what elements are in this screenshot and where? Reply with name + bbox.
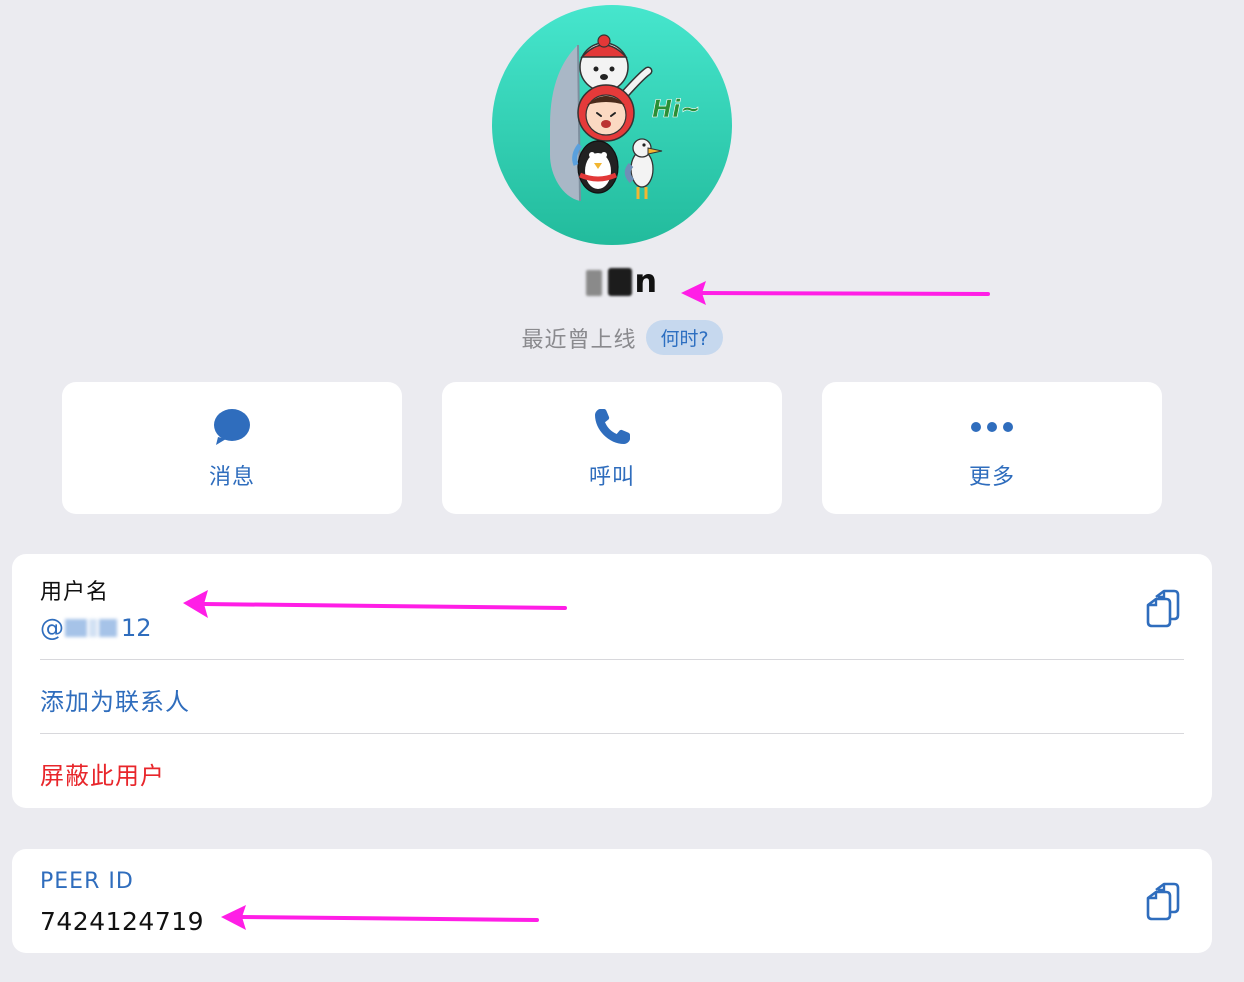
more-button-label: 更多 bbox=[968, 465, 1015, 490]
info-card: 用户名 @ 12 添加为联系人 屏蔽此用户 bbox=[12, 554, 1212, 808]
copy-icon bbox=[1146, 589, 1180, 628]
username-redacted-mask-2 bbox=[89, 619, 97, 637]
username-row[interactable]: 用户名 @ 12 bbox=[12, 554, 1212, 659]
block-user-label: 屏蔽此用户 bbox=[40, 762, 165, 790]
call-button[interactable]: 呼叫 bbox=[442, 382, 782, 514]
peer-id-card[interactable]: PEER ID 7424124719 bbox=[12, 849, 1212, 953]
more-button[interactable]: 更多 bbox=[822, 382, 1162, 514]
avatar-sticker-image: Hi~ bbox=[550, 34, 701, 202]
copy-icon bbox=[1146, 882, 1180, 921]
call-button-label: 呼叫 bbox=[588, 465, 635, 490]
svg-text:Hi~: Hi~ bbox=[652, 95, 700, 123]
username-suffix: 12 bbox=[121, 614, 152, 642]
name-redacted-mask bbox=[586, 266, 633, 296]
avatar[interactable]: Hi~ bbox=[492, 5, 732, 245]
profile-name-text: n bbox=[634, 262, 658, 300]
message-button[interactable]: 消息 bbox=[62, 382, 402, 514]
add-contact-button[interactable]: 添加为联系人 bbox=[12, 660, 1212, 733]
when-online-button[interactable]: 何时? bbox=[646, 320, 723, 355]
more-dots-icon bbox=[970, 405, 1014, 449]
username-label: 用户名 bbox=[40, 580, 110, 605]
copy-username-button[interactable] bbox=[1142, 588, 1182, 628]
username-redacted-mask bbox=[65, 619, 87, 637]
profile-name: n bbox=[0, 262, 1244, 300]
add-contact-label: 添加为联系人 bbox=[40, 688, 190, 716]
peer-id-value: 7424124719 bbox=[40, 907, 205, 936]
username-prefix: @ bbox=[40, 614, 64, 642]
profile-page: Hi~ n 最近曾上线 何时? 消息 呼叫 更多 用户名 @ 12 添加为联系人… bbox=[0, 0, 1244, 982]
username-value: @ 12 bbox=[40, 614, 152, 642]
presence-status: 最近曾上线 bbox=[521, 327, 637, 353]
presence-row: 最近曾上线 何时? bbox=[0, 320, 1244, 355]
peer-id-label: PEER ID bbox=[40, 869, 134, 894]
copy-peer-id-button[interactable] bbox=[1142, 881, 1182, 921]
chat-bubble-icon bbox=[212, 405, 252, 449]
username-redacted-mask-3 bbox=[99, 619, 117, 637]
message-button-label: 消息 bbox=[208, 465, 255, 490]
phone-icon bbox=[591, 405, 633, 449]
block-user-button[interactable]: 屏蔽此用户 bbox=[12, 734, 1212, 808]
